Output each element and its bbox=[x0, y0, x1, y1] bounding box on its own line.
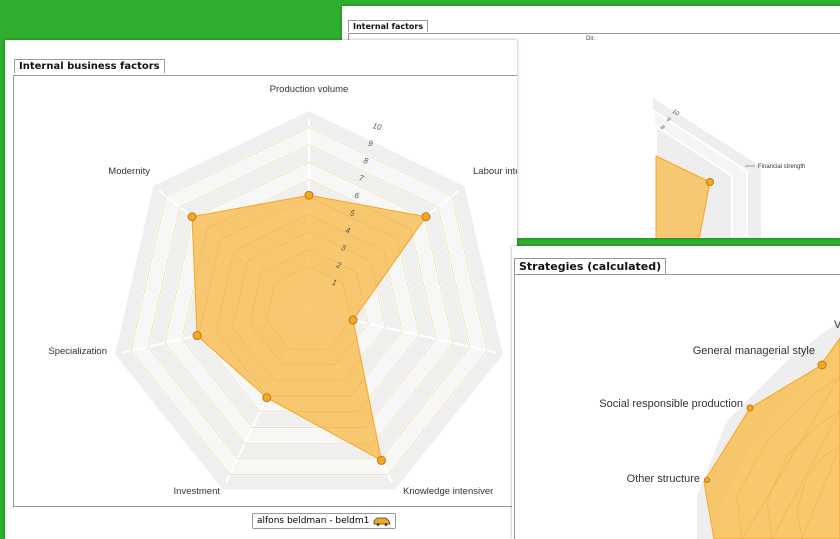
user-tag-label: alfons beldman - beldm1 bbox=[257, 516, 370, 526]
radar-axis-label: Labour intensiveness bbox=[473, 166, 517, 177]
user-tag[interactable]: alfons beldman - beldm1 bbox=[252, 513, 397, 529]
radar-point bbox=[348, 315, 358, 325]
radar-point bbox=[421, 212, 431, 222]
car-icon bbox=[373, 517, 391, 526]
radar-axis-label: Investment bbox=[174, 486, 221, 497]
strategies-panel: Strategies (calculated) V General manage… bbox=[512, 246, 840, 539]
radar-point bbox=[187, 212, 197, 222]
radar-tick-label: 10 bbox=[371, 121, 382, 132]
strategies-label-social: Social responsible production bbox=[599, 398, 743, 410]
strategies-point-social bbox=[746, 404, 754, 412]
main-radar-chart: 12345678910Production volumeLabour inten… bbox=[48, 84, 517, 497]
strategies-radar-chart: V General managerial style Social respon… bbox=[599, 319, 840, 539]
radar-point bbox=[304, 190, 314, 200]
strategies-label-other: Other structure bbox=[627, 473, 700, 485]
strategies-point-general bbox=[817, 360, 827, 370]
strategies-label-general: General managerial style bbox=[693, 345, 815, 357]
radar-axis-label: Production volume bbox=[270, 84, 349, 95]
strategies-point-other bbox=[704, 477, 710, 483]
strategies-label-truncated: V bbox=[834, 319, 840, 331]
internal-business-factors-panel: Internal business factors 1 2 3 4 5 6 7 8 9 10 Pro… bbox=[5, 40, 517, 539]
radar-point bbox=[376, 455, 386, 465]
internal-factors-point bbox=[706, 178, 714, 186]
back-axis-label-financial: Financial strength bbox=[758, 164, 805, 170]
radar-axis-label: Modernity bbox=[108, 166, 150, 177]
radar-point bbox=[192, 331, 202, 341]
radar-axis-label: Knowledge intensiver bbox=[403, 486, 493, 497]
radar-axis-label: Specialization bbox=[48, 346, 107, 357]
radar-point bbox=[262, 393, 272, 403]
